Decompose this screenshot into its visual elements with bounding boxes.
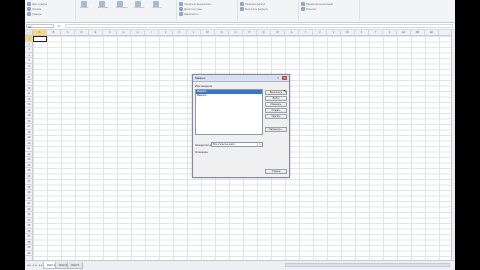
formula-input[interactable] [65, 24, 453, 28]
column-header[interactable]: E [89, 30, 103, 35]
column-header[interactable]: N [215, 30, 229, 35]
ribbon-item[interactable]: Цвет шрифта [27, 2, 47, 6]
text-button[interactable]: Текстовые [152, 1, 162, 9]
column-header[interactable]: F [103, 30, 117, 35]
column-header[interactable]: T [299, 30, 313, 35]
column-header[interactable]: AA [397, 30, 411, 35]
help-icon[interactable]: ? [276, 76, 280, 80]
macro-dialog: Макрос ? ✕ Имя макроса: Макрос1 Макрос2 … [192, 74, 290, 178]
column-header[interactable]: C [61, 30, 75, 35]
column-header[interactable]: V [327, 30, 341, 35]
ribbon-item[interactable]: Вычислить формулу [240, 7, 268, 11]
dependents-icon [179, 12, 183, 16]
description-label: Описание [195, 150, 208, 154]
column-header[interactable]: AC [425, 30, 439, 35]
close-icon[interactable]: ✕ [282, 76, 287, 80]
mouse-cursor-icon: ↖ [283, 89, 288, 95]
financial-button[interactable]: Финансовые [116, 1, 128, 9]
column-header[interactable]: O [229, 30, 243, 35]
column-header[interactable]: W [341, 30, 355, 35]
column-header[interactable]: R [271, 30, 285, 35]
column-header[interactable]: I [145, 30, 159, 35]
location-value: Все открытые книги [213, 143, 235, 146]
location-select[interactable]: Все открытые книги ▾ [211, 142, 263, 147]
ribbon-item[interactable]: Параметры вычислений [301, 2, 333, 6]
logical-button[interactable]: Логические [134, 1, 145, 9]
ribbon: Цвет шрифта Заливка Границы Вставить Авт… [25, 0, 455, 23]
edit-button[interactable]: Изменить [265, 102, 287, 107]
row-headers: 1 2 3 4 5 6 7 8 9 10 11 12 13 14 15 16 17 18 19 20 21 22 23 24 2… [25, 36, 33, 260]
calc-options-icon [301, 2, 305, 6]
column-header[interactable]: U [313, 30, 327, 35]
autosum-button[interactable]: Автосумма [98, 1, 108, 9]
column-header[interactable]: AB [411, 30, 425, 35]
location-label: Находится в: [195, 143, 212, 147]
names-icon [179, 2, 183, 6]
font-color-icon [27, 2, 31, 6]
ribbon-item[interactable]: Зависимости [179, 12, 199, 16]
ribbon-group-clipboard: Цвет шрифта Заливка Границы [25, 0, 76, 21]
column-header[interactable]: M [201, 30, 215, 35]
fx-icon[interactable]: fx [58, 24, 60, 28]
column-header[interactable]: K [173, 30, 187, 35]
insert-function-button[interactable]: Вставить [80, 1, 88, 9]
column-header[interactable]: D [75, 30, 89, 35]
column-header[interactable]: A [33, 30, 47, 35]
excel-window: Цвет шрифта Заливка Границы Вставить Авт… [25, 0, 455, 270]
options-button[interactable]: Параметры... [265, 127, 287, 132]
sheet-nav-arrows[interactable]: ◂◂ ◂ ▸ ▸▸ [27, 263, 43, 267]
column-header[interactable]: Q [257, 30, 271, 35]
column-header[interactable]: P [243, 30, 257, 35]
dialog-title-bar[interactable]: Макрос ? ✕ [193, 75, 289, 82]
select-all-corner[interactable] [25, 30, 33, 35]
cancel-button[interactable]: Отмена [265, 169, 287, 174]
create-button[interactable]: Создать [265, 108, 287, 113]
column-header[interactable]: Y [369, 30, 383, 35]
list-item[interactable]: Макрос2 [196, 94, 262, 98]
chevron-down-icon[interactable]: ▾ [257, 143, 262, 146]
fill-icon [27, 7, 31, 11]
horizontal-scrollbar[interactable] [285, 263, 450, 267]
name-manager-icon [179, 7, 183, 11]
evaluate-icon [240, 7, 244, 11]
ribbon-group-names: Создать из выделенного Диспетчер имен За… [177, 0, 238, 21]
column-header[interactable]: X [355, 30, 369, 35]
ribbon-item[interactable]: Пересчет [301, 7, 316, 11]
dialog-title: Макрос [195, 76, 206, 80]
delete-button[interactable]: Удалить [265, 114, 287, 119]
row-header[interactable]: 40 [25, 251, 33, 256]
macro-name-label: Имя макроса: [195, 84, 213, 88]
ribbon-item[interactable]: Границы [27, 12, 42, 16]
step-into-button[interactable]: Войти [265, 96, 287, 101]
name-box[interactable]: A1 [26, 24, 54, 29]
column-header[interactable]: Z [383, 30, 397, 35]
ribbon-group-audit: Проверка формул Вычислить формулу [238, 0, 299, 21]
macro-list[interactable]: Макрос1 Макрос2 [195, 89, 263, 135]
ribbon-item[interactable]: Проверка формул [240, 2, 265, 6]
check-formulas-icon [240, 2, 244, 6]
column-header[interactable]: J [159, 30, 173, 35]
borders-icon [27, 12, 31, 16]
vertical-scrollbar[interactable] [451, 30, 455, 260]
column-header[interactable]: G [117, 30, 131, 35]
active-cell[interactable] [33, 36, 47, 42]
column-header[interactable]: H [131, 30, 145, 35]
sheet-tab-3[interactable]: Лист3 [67, 262, 84, 269]
ribbon-group-functions: Вставить Автосумма Финансовые Логические… [76, 0, 177, 21]
sheet-bar: ◂◂ ◂ ▸ ▸▸ Лист1 Лист2 Лист3 [25, 260, 455, 270]
formula-bar: A1 fx [25, 23, 455, 30]
column-header[interactable]: L [187, 30, 201, 35]
recalculate-icon [301, 7, 305, 11]
ribbon-item[interactable]: Создать из выделенного [179, 2, 211, 6]
ribbon-item[interactable]: Заливка [27, 7, 41, 11]
ribbon-group-calculation: Параметры вычислений Пересчет [299, 0, 360, 21]
ribbon-item[interactable]: Диспетчер имен [179, 7, 202, 11]
column-header[interactable]: S [285, 30, 299, 35]
column-header[interactable]: B [47, 30, 61, 35]
